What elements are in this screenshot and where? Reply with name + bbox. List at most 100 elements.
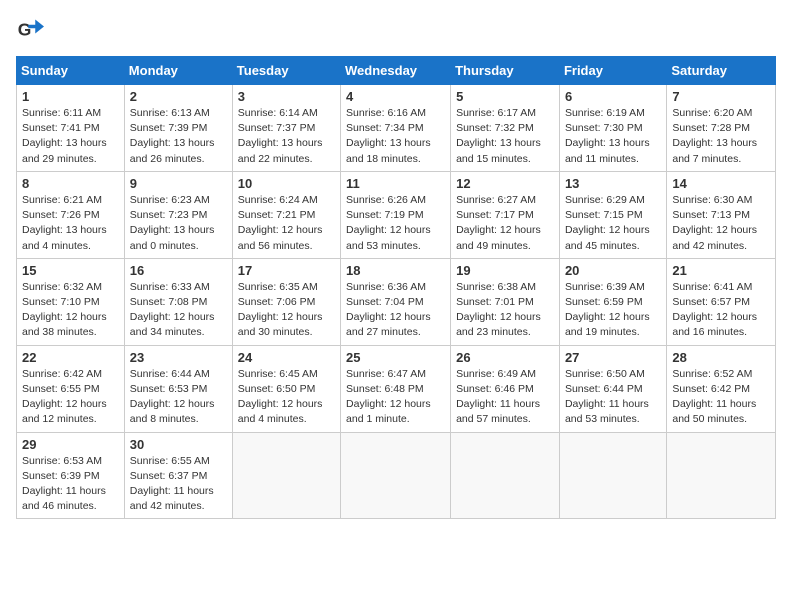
calendar-cell: 9 Sunrise: 6:23 AMSunset: 7:23 PMDaylight…	[124, 171, 232, 258]
day-info: Sunrise: 6:29 AMSunset: 7:15 PMDaylight:…	[565, 193, 661, 254]
calendar-cell: 17Sunrise: 6:35 AMSunset: 7:06 PMDayligh…	[232, 258, 340, 345]
page-header: G	[16, 16, 776, 44]
day-info: Sunrise: 6:44 AMSunset: 6:53 PMDaylight:…	[130, 367, 227, 428]
day-number: 16	[130, 263, 227, 278]
day-number: 13	[565, 176, 661, 191]
calendar-cell: 20 Sunrise: 6:39 AMSunset: 6:59 PMDayligh…	[559, 258, 666, 345]
calendar-cell: 19Sunrise: 6:38 AMSunset: 7:01 PMDayligh…	[451, 258, 560, 345]
day-info: Sunrise: 6:36 AMSunset: 7:04 PMDaylight:…	[346, 280, 445, 341]
weekday-sunday: Sunday	[17, 57, 125, 85]
week-row-4: 22 Sunrise: 6:42 AMSunset: 6:55 PMDayligh…	[17, 345, 776, 432]
calendar-cell: 5Sunrise: 6:17 AMSunset: 7:32 PMDaylight…	[451, 85, 560, 172]
calendar-cell: 15 Sunrise: 6:32 AMSunset: 7:10 PMDayligh…	[17, 258, 125, 345]
calendar-cell: 3Sunrise: 6:14 AMSunset: 7:37 PMDaylight…	[232, 85, 340, 172]
weekday-friday: Friday	[559, 57, 666, 85]
day-info: Sunrise: 6:16 AMSunset: 7:34 PMDaylight:…	[346, 106, 445, 167]
calendar-cell: 23 Sunrise: 6:44 AMSunset: 6:53 PMDayligh…	[124, 345, 232, 432]
calendar-cell: 29Sunrise: 6:53 AMSunset: 6:39 PMDayligh…	[17, 432, 125, 519]
day-info: Sunrise: 6:50 AMSunset: 6:44 PMDaylight:…	[565, 367, 661, 428]
day-number: 8	[22, 176, 119, 191]
day-number: 2	[130, 89, 227, 104]
calendar-cell: 21 Sunrise: 6:41 AMSunset: 6:57 PMDayligh…	[667, 258, 776, 345]
day-info: Sunrise: 6:32 AMSunset: 7:10 PMDaylight:…	[22, 280, 119, 341]
calendar-cell	[232, 432, 340, 519]
day-info: Sunrise: 6:24 AMSunset: 7:21 PMDaylight:…	[238, 193, 335, 254]
day-info: Sunrise: 6:23 AMSunset: 7:23 PMDaylight:…	[130, 193, 227, 254]
day-number: 9	[130, 176, 227, 191]
day-number: 6	[565, 89, 661, 104]
day-number: 23	[130, 350, 227, 365]
day-number: 26	[456, 350, 554, 365]
day-info: Sunrise: 6:19 AMSunset: 7:30 PMDaylight:…	[565, 106, 661, 167]
day-number: 5	[456, 89, 554, 104]
calendar-cell	[559, 432, 666, 519]
day-info: Sunrise: 6:33 AMSunset: 7:08 PMDaylight:…	[130, 280, 227, 341]
day-info: Sunrise: 6:11 AMSunset: 7:41 PMDaylight:…	[22, 106, 119, 167]
weekday-wednesday: Wednesday	[341, 57, 451, 85]
calendar-cell: 4 Sunrise: 6:16 AMSunset: 7:34 PMDaylight…	[341, 85, 451, 172]
weekday-tuesday: Tuesday	[232, 57, 340, 85]
calendar-cell: 30Sunrise: 6:55 AMSunset: 6:37 PMDayligh…	[124, 432, 232, 519]
day-info: Sunrise: 6:47 AMSunset: 6:48 PMDaylight:…	[346, 367, 445, 428]
weekday-monday: Monday	[124, 57, 232, 85]
calendar-cell: 24Sunrise: 6:45 AMSunset: 6:50 PMDayligh…	[232, 345, 340, 432]
calendar-cell: 25 Sunrise: 6:47 AMSunset: 6:48 PMDayligh…	[341, 345, 451, 432]
calendar-cell: 10 Sunrise: 6:24 AMSunset: 7:21 PMDayligh…	[232, 171, 340, 258]
weekday-header-row: SundayMondayTuesdayWednesdayThursdayFrid…	[17, 57, 776, 85]
calendar-body: 1Sunrise: 6:11 AMSunset: 7:41 PMDaylight…	[17, 85, 776, 519]
day-number: 14	[672, 176, 770, 191]
calendar-cell	[667, 432, 776, 519]
logo: G	[16, 16, 48, 44]
week-row-5: 29Sunrise: 6:53 AMSunset: 6:39 PMDayligh…	[17, 432, 776, 519]
week-row-1: 1Sunrise: 6:11 AMSunset: 7:41 PMDaylight…	[17, 85, 776, 172]
day-info: Sunrise: 6:42 AMSunset: 6:55 PMDaylight:…	[22, 367, 119, 428]
day-number: 21	[672, 263, 770, 278]
day-info: Sunrise: 6:30 AMSunset: 7:13 PMDaylight:…	[672, 193, 770, 254]
day-info: Sunrise: 6:21 AMSunset: 7:26 PMDaylight:…	[22, 193, 119, 254]
day-info: Sunrise: 6:52 AMSunset: 6:42 PMDaylight:…	[672, 367, 770, 428]
calendar-cell: 12 Sunrise: 6:27 AMSunset: 7:17 PMDayligh…	[451, 171, 560, 258]
calendar-cell: 26 Sunrise: 6:49 AMSunset: 6:46 PMDayligh…	[451, 345, 560, 432]
weekday-saturday: Saturday	[667, 57, 776, 85]
day-info: Sunrise: 6:39 AMSunset: 6:59 PMDaylight:…	[565, 280, 661, 341]
calendar-cell: 22 Sunrise: 6:42 AMSunset: 6:55 PMDayligh…	[17, 345, 125, 432]
svg-text:G: G	[18, 19, 32, 39]
day-number: 12	[456, 176, 554, 191]
week-row-2: 8 Sunrise: 6:21 AMSunset: 7:26 PMDaylight…	[17, 171, 776, 258]
day-number: 10	[238, 176, 335, 191]
day-number: 22	[22, 350, 119, 365]
day-number: 25	[346, 350, 445, 365]
day-number: 11	[346, 176, 445, 191]
day-number: 4	[346, 89, 445, 104]
day-info: Sunrise: 6:49 AMSunset: 6:46 PMDaylight:…	[456, 367, 554, 428]
day-info: Sunrise: 6:41 AMSunset: 6:57 PMDaylight:…	[672, 280, 770, 341]
day-info: Sunrise: 6:13 AMSunset: 7:39 PMDaylight:…	[130, 106, 227, 167]
day-info: Sunrise: 6:55 AMSunset: 6:37 PMDaylight:…	[130, 454, 227, 515]
calendar-cell: 6 Sunrise: 6:19 AMSunset: 7:30 PMDaylight…	[559, 85, 666, 172]
calendar-cell: 27 Sunrise: 6:50 AMSunset: 6:44 PMDayligh…	[559, 345, 666, 432]
day-info: Sunrise: 6:27 AMSunset: 7:17 PMDaylight:…	[456, 193, 554, 254]
week-row-3: 15 Sunrise: 6:32 AMSunset: 7:10 PMDayligh…	[17, 258, 776, 345]
day-number: 20	[565, 263, 661, 278]
calendar-cell	[451, 432, 560, 519]
day-number: 17	[238, 263, 335, 278]
calendar-cell: 18 Sunrise: 6:36 AMSunset: 7:04 PMDayligh…	[341, 258, 451, 345]
calendar-cell: 2 Sunrise: 6:13 AMSunset: 7:39 PMDaylight…	[124, 85, 232, 172]
calendar-cell: 1Sunrise: 6:11 AMSunset: 7:41 PMDaylight…	[17, 85, 125, 172]
calendar-cell: 14 Sunrise: 6:30 AMSunset: 7:13 PMDayligh…	[667, 171, 776, 258]
day-number: 7	[672, 89, 770, 104]
calendar-cell: 13 Sunrise: 6:29 AMSunset: 7:15 PMDayligh…	[559, 171, 666, 258]
day-info: Sunrise: 6:38 AMSunset: 7:01 PMDaylight:…	[456, 280, 554, 341]
calendar-cell	[341, 432, 451, 519]
day-number: 18	[346, 263, 445, 278]
day-info: Sunrise: 6:26 AMSunset: 7:19 PMDaylight:…	[346, 193, 445, 254]
calendar-cell: 28 Sunrise: 6:52 AMSunset: 6:42 PMDayligh…	[667, 345, 776, 432]
calendar-cell: 8 Sunrise: 6:21 AMSunset: 7:26 PMDaylight…	[17, 171, 125, 258]
day-info: Sunrise: 6:20 AMSunset: 7:28 PMDaylight:…	[672, 106, 770, 167]
day-number: 3	[238, 89, 335, 104]
calendar-cell: 16 Sunrise: 6:33 AMSunset: 7:08 PMDayligh…	[124, 258, 232, 345]
calendar-table: SundayMondayTuesdayWednesdayThursdayFrid…	[16, 56, 776, 519]
day-number: 27	[565, 350, 661, 365]
day-number: 15	[22, 263, 119, 278]
day-number: 28	[672, 350, 770, 365]
